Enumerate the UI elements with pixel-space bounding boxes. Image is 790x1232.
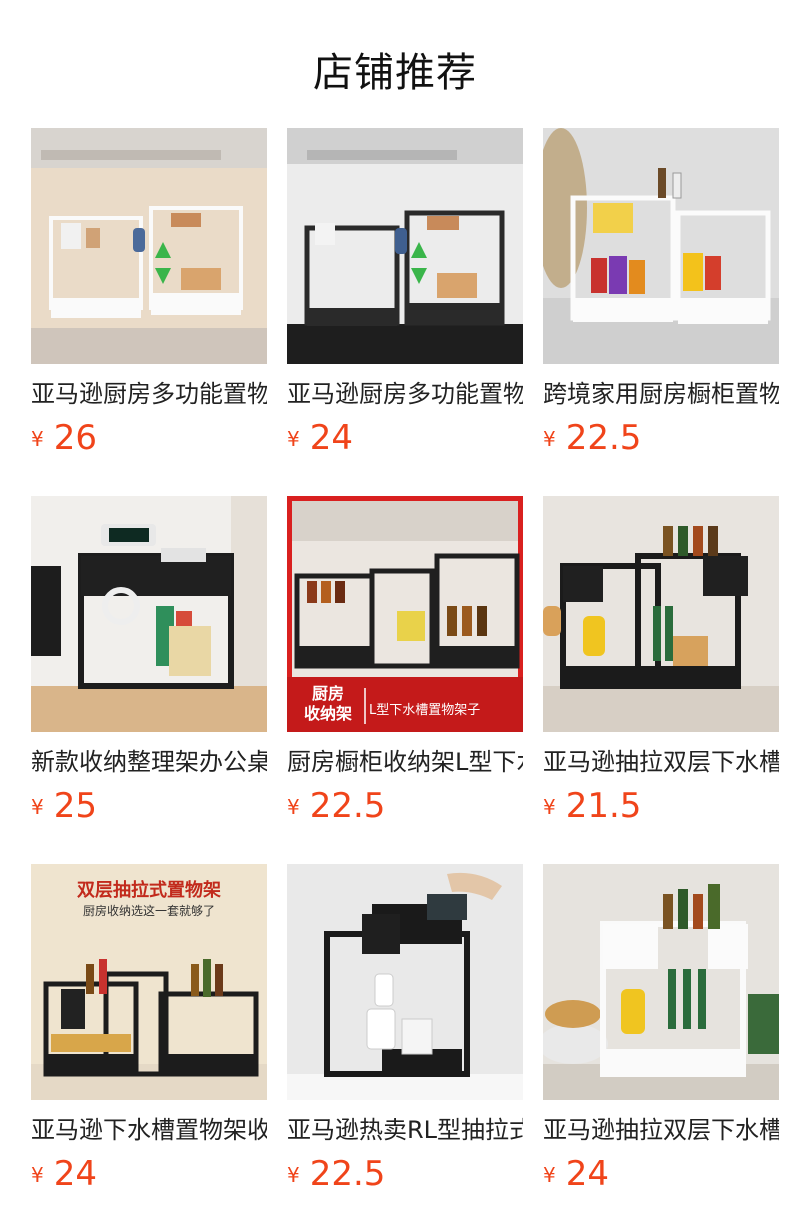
price-value: 24: [565, 1154, 609, 1194]
product-name[interactable]: 亚马逊抽拉双层下水槽: [543, 1112, 779, 1148]
product-name[interactable]: 新款收纳整理架办公桌: [31, 744, 267, 780]
product-price: ¥24: [287, 416, 353, 460]
currency-symbol: ¥: [287, 427, 300, 451]
product-price: ¥22.5: [287, 1152, 385, 1196]
white-double-rack-image[interactable]: [543, 864, 779, 1100]
product-card[interactable]: 亚马逊抽拉双层下水槽 ¥24: [543, 864, 779, 1204]
product-name[interactable]: 厨房橱柜收纳架L型下水槽: [287, 744, 523, 780]
currency-symbol: ¥: [31, 1163, 44, 1187]
rl-drawer-rack-image[interactable]: [287, 864, 523, 1100]
product-card[interactable]: 厨房 收纳架 L型下水槽置物架子 厨房橱柜收纳架L型下水槽 ¥22.5: [287, 496, 523, 836]
product-name[interactable]: 亚马逊厨房多功能置物架: [287, 376, 523, 412]
product-card[interactable]: 亚马逊热卖RL型抽拉式 ¥22.5: [287, 864, 523, 1204]
product-card[interactable]: 亚马逊厨房多功能置物架 ¥24: [287, 128, 523, 468]
desk-organizer-image[interactable]: [31, 496, 267, 732]
product-price: ¥22.5: [287, 784, 385, 828]
page-title: 店铺推荐: [313, 50, 477, 96]
product-price: ¥25: [31, 784, 97, 828]
currency-symbol: ¥: [543, 1163, 556, 1187]
product-price: ¥26: [31, 416, 97, 460]
price-value: 26: [53, 418, 97, 458]
currency-symbol: ¥: [287, 795, 300, 819]
double-layer-rack-image[interactable]: [543, 496, 779, 732]
promo-subline: 厨房收纳选这一套就够了: [82, 904, 215, 918]
kitchen-rack-white-image[interactable]: [31, 128, 267, 364]
product-name[interactable]: 亚马逊抽拉双层下水槽: [543, 744, 779, 780]
promo-caption: L型下水槽置物架子: [369, 703, 481, 718]
promo-headline: 双层抽拉式置物架: [77, 880, 221, 901]
price-value: 21.5: [565, 786, 642, 826]
price-value: 24: [53, 1154, 97, 1194]
sink-rack-banner-image[interactable]: 双层抽拉式置物架 厨房收纳选这一套就够了: [31, 864, 267, 1100]
product-price: ¥24: [31, 1152, 97, 1196]
currency-symbol: ¥: [31, 795, 44, 819]
product-card[interactable]: 亚马逊厨房多功能置物架 ¥26: [31, 128, 267, 468]
price-value: 24: [309, 418, 353, 458]
product-name[interactable]: 亚马逊热卖RL型抽拉式: [287, 1112, 523, 1148]
product-card[interactable]: 新款收纳整理架办公桌 ¥25: [31, 496, 267, 836]
kitchen-rack-black-image[interactable]: [287, 128, 523, 364]
product-card[interactable]: 跨境家用厨房橱柜置物架 ¥22.5: [543, 128, 779, 468]
currency-symbol: ¥: [543, 795, 556, 819]
product-card[interactable]: 亚马逊抽拉双层下水槽 ¥21.5: [543, 496, 779, 836]
price-value: 22.5: [565, 418, 642, 458]
promo-badge: 厨房 收纳架: [303, 684, 352, 723]
currency-symbol: ¥: [543, 427, 556, 451]
price-value: 25: [53, 786, 97, 826]
product-name[interactable]: 跨境家用厨房橱柜置物架: [543, 376, 779, 412]
l-shape-rack-image[interactable]: 厨房 收纳架 L型下水槽置物架子: [287, 496, 523, 732]
price-value: 22.5: [309, 786, 386, 826]
product-name[interactable]: 亚马逊下水槽置物架收纳: [31, 1112, 267, 1148]
store-recommendation-page: 店铺推荐 亚马逊厨房多功能置物 ¥ 26 亚马逊厨房多功能置物 ¥ 24 跨境家…: [0, 0, 790, 1232]
product-price: ¥24: [543, 1152, 609, 1196]
price-value: 22.5: [309, 1154, 386, 1194]
product-price: ¥21.5: [543, 784, 641, 828]
currency-symbol: ¥: [31, 427, 44, 451]
currency-symbol: ¥: [287, 1163, 300, 1187]
cabinet-rack-white-image[interactable]: [543, 128, 779, 364]
product-price: ¥22.5: [543, 416, 641, 460]
product-name[interactable]: 亚马逊厨房多功能置物架: [31, 376, 267, 412]
product-card[interactable]: 双层抽拉式置物架 厨房收纳选这一套就够了 亚马逊下水槽置物架收纳 ¥24: [31, 864, 267, 1204]
